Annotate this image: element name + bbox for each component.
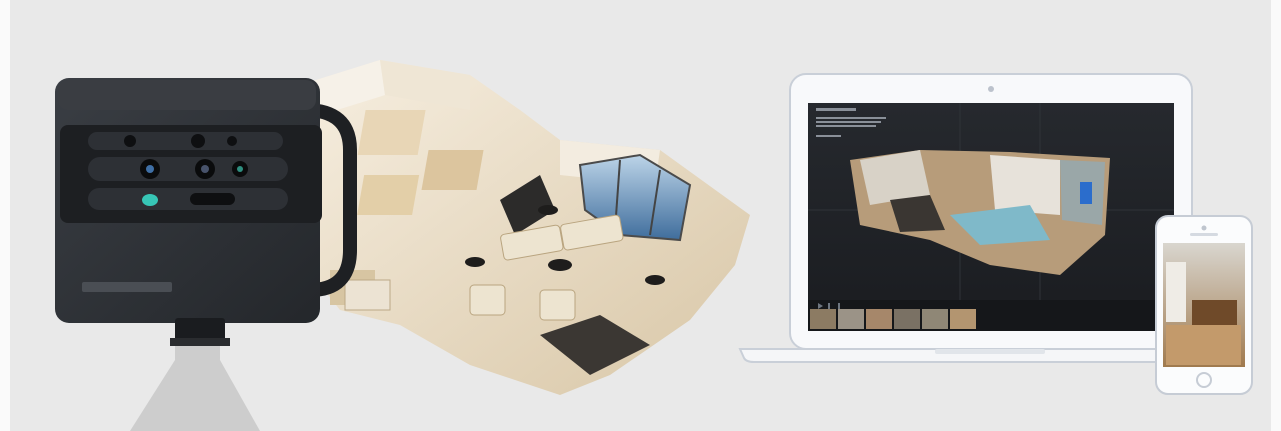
illustration [55,60,1253,431]
hero-image [0,0,1281,431]
smartphone [1155,215,1253,395]
dollhouse-floorplan [300,60,750,395]
left-margin [0,0,10,431]
tripod-shadow [130,335,260,431]
3d-camera [55,78,357,346]
right-margin [1271,0,1281,431]
